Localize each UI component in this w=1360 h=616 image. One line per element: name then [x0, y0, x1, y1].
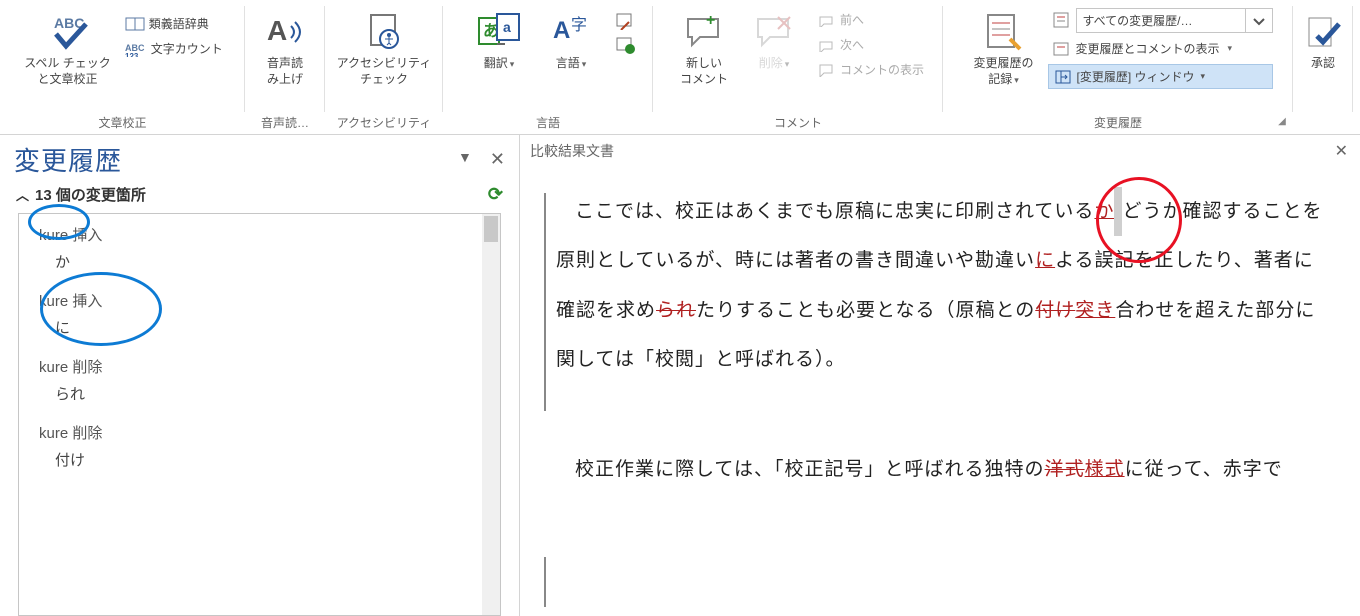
next-icon: [818, 38, 836, 52]
change-count: 13 個の変更箇所: [35, 184, 146, 205]
book-icon: [125, 16, 145, 32]
hanja-icon[interactable]: [615, 36, 635, 54]
group-comments: + 新しい コメント 削除 前へ 次へ: [653, 0, 943, 134]
svg-text:字: 字: [571, 16, 587, 34]
change-item[interactable]: kure 挿入 に: [19, 280, 500, 346]
accept-icon: [1303, 10, 1343, 54]
doc-pane-close[interactable]: ✕: [1335, 141, 1348, 161]
sound-icon: A: [265, 10, 305, 54]
delete-comment-button: 削除: [746, 8, 802, 74]
new-comment-button[interactable]: + 新しい コメント: [676, 8, 732, 89]
accessibility-icon: [365, 10, 403, 54]
show-comments-icon: [818, 63, 836, 77]
deletion: 付け: [1035, 300, 1075, 321]
pane-title: 変更履歴: [14, 141, 122, 178]
scrollbar-thumb[interactable]: [484, 216, 498, 242]
group-proofing: ABC スペル チェック と文章校正 類義語辞典 ABC123 文字カウント 文…: [0, 0, 245, 134]
language-button[interactable]: A字 言語: [543, 8, 599, 74]
change-item[interactable]: kure 挿入 か: [19, 214, 500, 280]
svg-text:A: A: [553, 17, 570, 44]
ribbon: ABC スペル チェック と文章校正 類義語辞典 ABC123 文字カウント 文…: [0, 0, 1360, 135]
spellcheck-icon: ABC: [44, 10, 90, 54]
document-title-bar: 比較結果文書 ✕: [520, 135, 1360, 167]
readaloud-button[interactable]: A 音声読 み上げ: [257, 8, 313, 89]
track-changes-icon: [982, 10, 1024, 54]
spellcheck-button[interactable]: ABC スペル チェック と文章校正: [20, 8, 115, 89]
markup-display-combo-arrow[interactable]: [1246, 8, 1273, 33]
group-changes: 承認: [1293, 0, 1353, 134]
reviewing-pane-button[interactable]: [変更履歴] ウィンドウ ▾: [1048, 64, 1273, 89]
insertion: に: [1035, 250, 1055, 271]
deletion: 洋式: [1045, 459, 1085, 480]
reviewing-pane-icon: [1055, 70, 1071, 84]
change-item[interactable]: kure 削除 られ: [19, 346, 500, 412]
document-body[interactable]: ここでは、校正はあくまでも原稿に忠実に印刷されているか どうか確認することを原則…: [520, 167, 1360, 540]
accept-button[interactable]: 承認: [1295, 8, 1351, 74]
group-speech: A 音声読 み上げ 音声読…: [245, 0, 325, 134]
refresh-icon[interactable]: ⟳: [488, 184, 503, 205]
reviewing-pane: 変更履歴 ▼ ✕ ︿ 13 個の変更箇所 ⟳ kure 挿入 か kure 挿入…: [0, 135, 520, 616]
body-split: 変更履歴 ▼ ✕ ︿ 13 個の変更箇所 ⟳ kure 挿入 か kure 挿入…: [0, 135, 1360, 616]
language-icon: A字: [551, 10, 591, 54]
pane-menu-arrow[interactable]: ▼: [458, 149, 472, 170]
insertion: か: [1094, 201, 1114, 222]
show-comments-button: コメントの表示: [816, 60, 926, 79]
svg-text:a: a: [503, 19, 511, 35]
next-comment-button: 次へ: [816, 35, 926, 54]
tracking-launcher[interactable]: ◢: [1275, 116, 1289, 130]
group-language: あa 翻訳 A字 言語 言語: [443, 0, 653, 134]
scrollbar[interactable]: [482, 214, 500, 615]
markup-display-combo[interactable]: すべての変更履歴/…: [1076, 8, 1246, 33]
translate-button[interactable]: あa 翻訳: [471, 8, 527, 74]
delete-comment-icon: [754, 10, 794, 54]
insertion: 様式: [1085, 459, 1125, 480]
prev-comment-button: 前へ: [816, 10, 926, 29]
new-comment-icon: +: [684, 10, 724, 54]
svg-text:+: +: [706, 13, 715, 29]
wordcount-icon: ABC123: [125, 41, 147, 57]
prev-icon: [818, 13, 836, 27]
change-item[interactable]: kure 削除 付け: [19, 412, 500, 478]
track-changes-button[interactable]: 変更履歴の 記録: [969, 8, 1037, 89]
group-accessibility: アクセシビリティ チェック アクセシビリティ: [325, 0, 443, 134]
collapse-arrow[interactable]: ︿: [16, 185, 29, 204]
show-markup-button[interactable]: 変更履歴とコメントの表示 ▾: [1048, 37, 1273, 60]
insertion: 突き: [1075, 300, 1115, 321]
update-ime-icon[interactable]: [615, 12, 635, 30]
translate-icon: あa: [477, 10, 521, 54]
svg-text:123: 123: [125, 52, 139, 57]
markup-icon: [1048, 8, 1076, 33]
paragraph: 校正作業に際しては、「校正記号」と呼ばれる独特の洋式様式に従って、赤字で: [556, 445, 1324, 494]
group-tracking: 変更履歴の 記録 すべての変更履歴/… 変更履歴とコメントの表示 ▾: [943, 0, 1293, 134]
pane-close[interactable]: ✕: [490, 149, 505, 170]
deletion: られ: [656, 300, 696, 321]
change-list: kure 挿入 か kure 挿入 に kure 削除 られ kure 削除 付…: [18, 213, 501, 616]
wordcount-button[interactable]: ABC123 文字カウント: [123, 39, 225, 58]
document-pane: 比較結果文書 ✕ ここでは、校正はあくまでも原稿に忠実に印刷されているか どうか…: [520, 135, 1360, 616]
svg-text:A: A: [267, 15, 287, 46]
accessibility-check-button[interactable]: アクセシビリティ チェック: [333, 8, 436, 89]
thesaurus-button[interactable]: 類義語辞典: [123, 14, 225, 33]
show-markup-icon: [1052, 41, 1072, 57]
paragraph: ここでは、校正はあくまでも原稿に忠実に印刷されているか どうか確認することを原則…: [556, 187, 1324, 385]
